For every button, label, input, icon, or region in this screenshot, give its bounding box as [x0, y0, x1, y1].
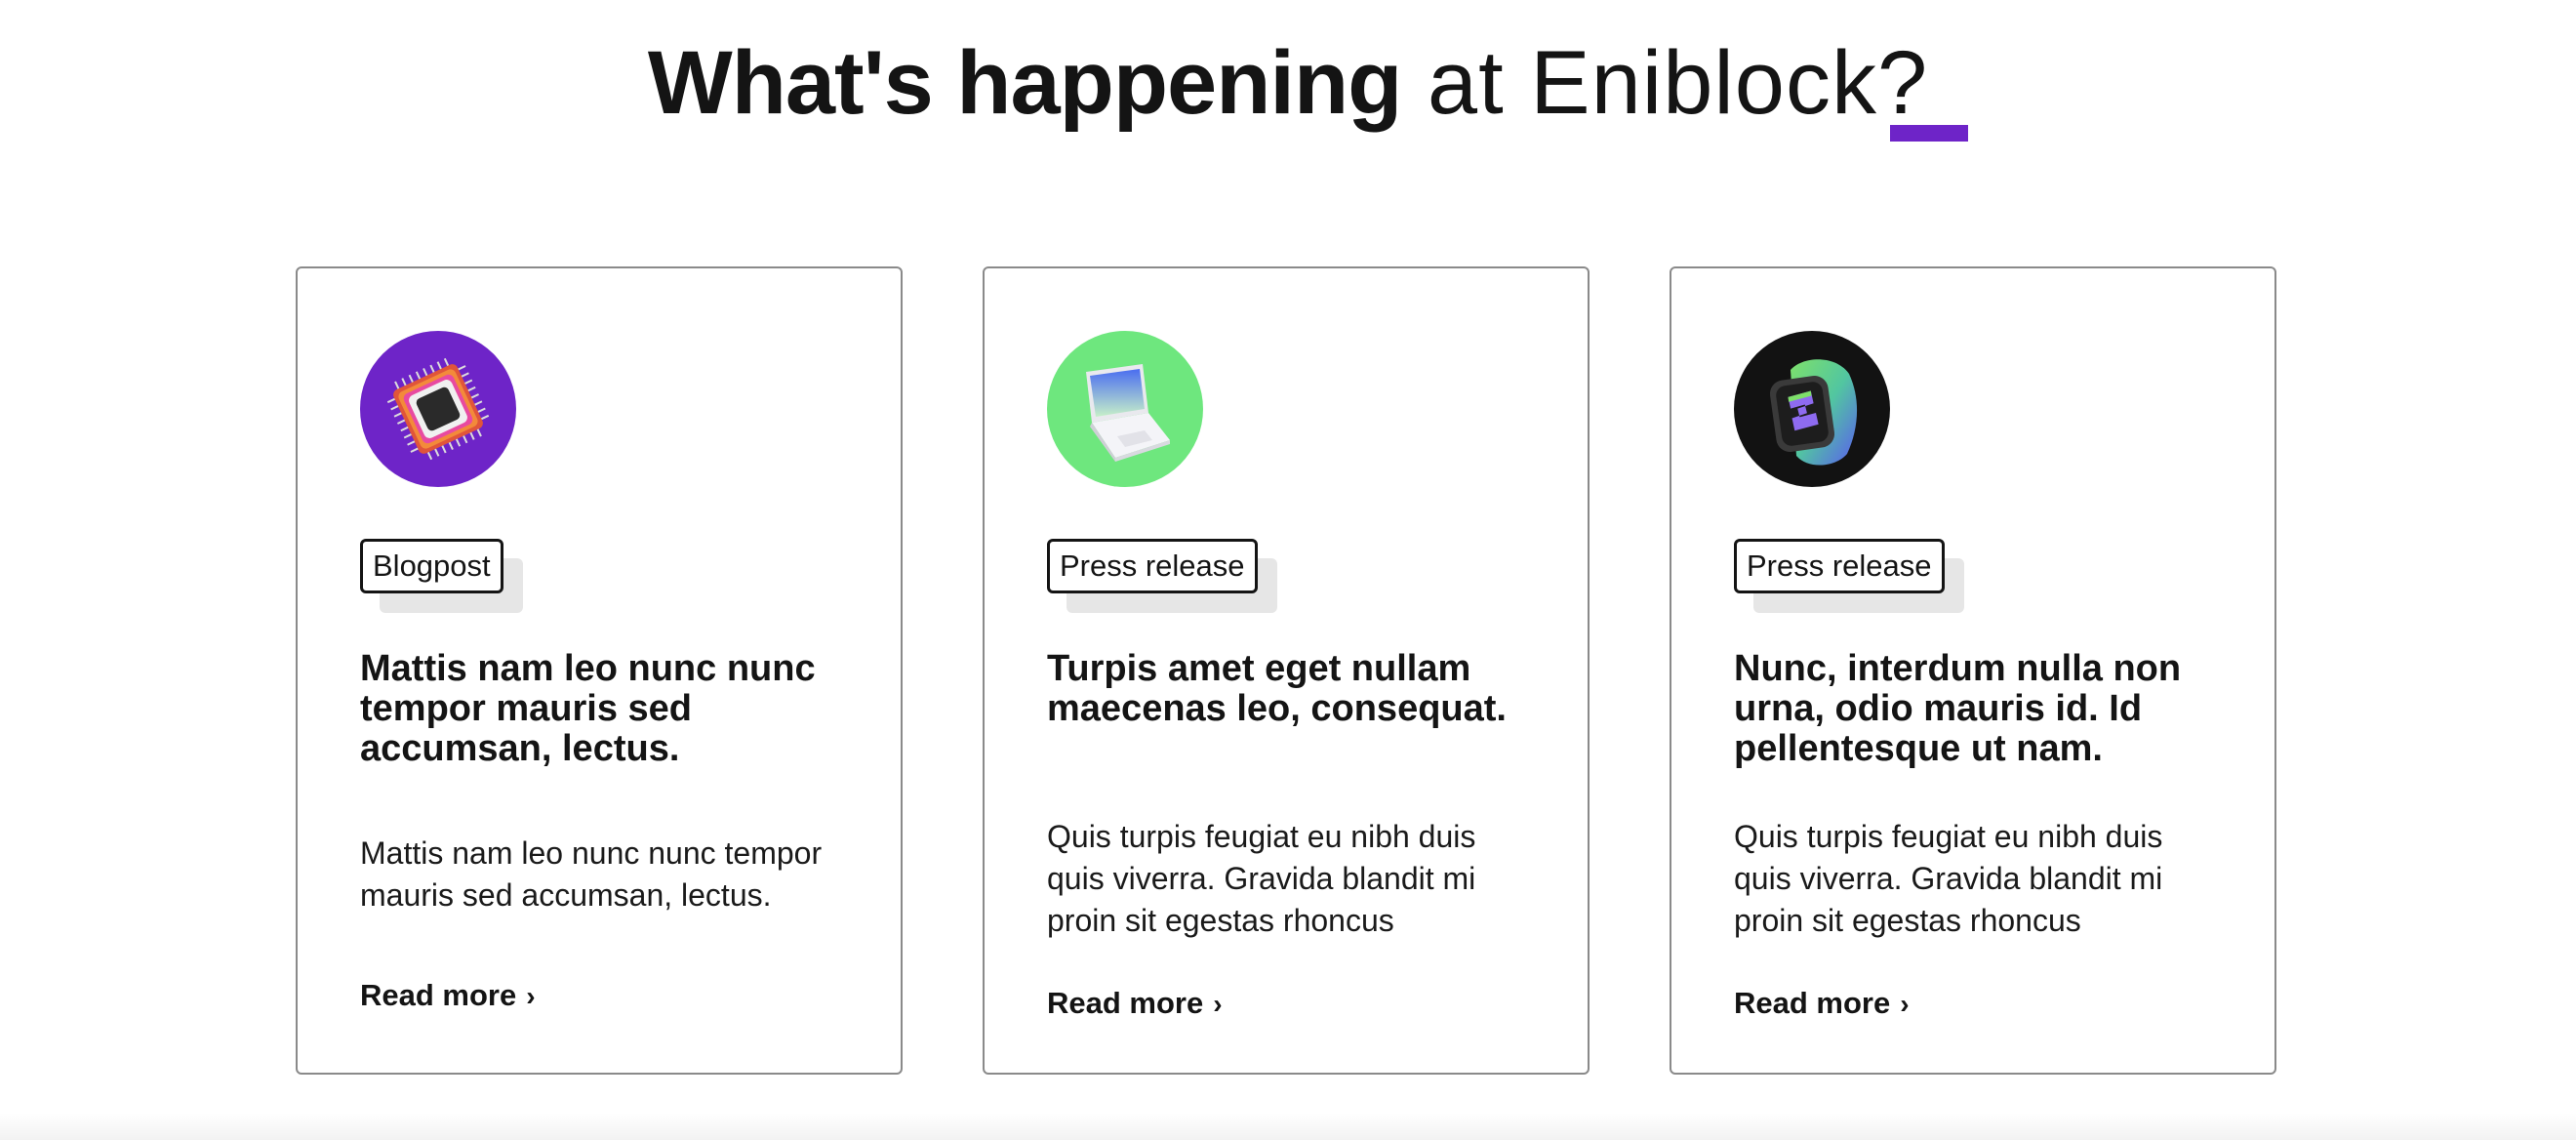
read-more-label: Read more	[1734, 986, 1891, 1020]
tag-label: Blogpost	[360, 539, 503, 593]
read-more-link[interactable]: Read more ›	[1047, 984, 1223, 1024]
card-description: Quis turpis feugiat eu nibh duis quis vi…	[1734, 819, 2163, 938]
microchip-icon	[360, 331, 516, 487]
news-card: Press release Turpis amet eget nullam ma…	[983, 266, 1590, 1075]
smartwatch-icon	[1734, 331, 1890, 487]
card-title: Turpis amet eget nullam maecenas leo, co…	[1047, 648, 1507, 729]
heading-underline-accent	[1890, 125, 1968, 142]
card-description: Quis turpis feugiat eu nibh duis quis vi…	[1047, 819, 1476, 938]
chevron-right-icon: ›	[1213, 989, 1223, 1019]
read-more-label: Read more	[1047, 986, 1204, 1020]
tag-label: Press release	[1734, 539, 1945, 593]
category-tag: Blogpost	[360, 539, 523, 613]
laptop-icon	[1047, 331, 1203, 487]
section-heading: What's happening at Eniblock?	[0, 29, 2576, 137]
heading-bold-part: What's happening	[647, 33, 1403, 133]
news-section: What's happening at Eniblock? Blogpost M…	[0, 0, 2576, 1140]
bottom-fade	[0, 1113, 2576, 1140]
read-more-link[interactable]: Read more ›	[1734, 984, 1910, 1024]
chevron-right-icon: ›	[526, 981, 536, 1011]
chevron-right-icon: ›	[1900, 989, 1910, 1019]
heading-light-part: at Eniblock?	[1401, 33, 1929, 133]
card-title: Nunc, interdum nulla non urna, odio maur…	[1734, 648, 2182, 769]
news-card: Blogpost Mattis nam leo nunc nunc tempor…	[296, 266, 903, 1075]
read-more-label: Read more	[360, 978, 517, 1012]
news-card: Press release Nunc, interdum nulla non u…	[1670, 266, 2276, 1075]
card-description: Mattis nam leo nunc nunc tempor mauris s…	[360, 835, 823, 913]
category-tag: Press release	[1047, 539, 1277, 613]
category-tag: Press release	[1734, 539, 1964, 613]
read-more-link[interactable]: Read more ›	[360, 976, 536, 1016]
card-title: Mattis nam leo nunc nunc tempor mauris s…	[360, 648, 816, 769]
tag-label: Press release	[1047, 539, 1258, 593]
